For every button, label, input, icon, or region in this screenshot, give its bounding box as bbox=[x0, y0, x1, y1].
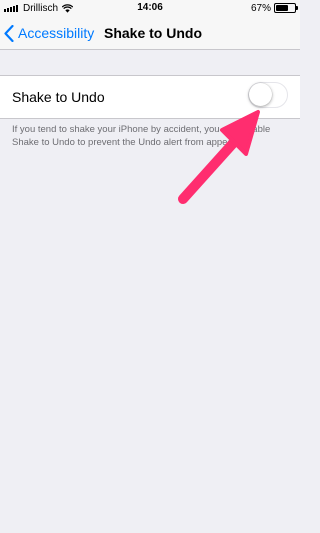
status-right: 67% bbox=[250, 2, 298, 14]
chevron-left-icon bbox=[4, 24, 14, 42]
back-button[interactable]: Accessibility bbox=[4, 16, 94, 50]
back-button-label: Accessibility bbox=[18, 25, 95, 41]
battery-percent: 67% bbox=[250, 2, 271, 14]
toggle-knob bbox=[249, 83, 272, 106]
battery-icon bbox=[274, 3, 298, 13]
battery-fill bbox=[276, 5, 289, 11]
setting-row-shake-to-undo: Shake to Undo bbox=[0, 75, 300, 119]
status-bar: Drillisch 14:06 67% bbox=[0, 0, 300, 16]
setting-label: Shake to Undo bbox=[12, 89, 105, 105]
setting-description: If you tend to shake your iPhone by acci… bbox=[12, 124, 271, 148]
page-title: Shake to Undo bbox=[104, 25, 203, 41]
shake-to-undo-toggle[interactable] bbox=[248, 82, 288, 108]
navigation-bar: Accessibility Shake to Undo bbox=[0, 16, 300, 50]
